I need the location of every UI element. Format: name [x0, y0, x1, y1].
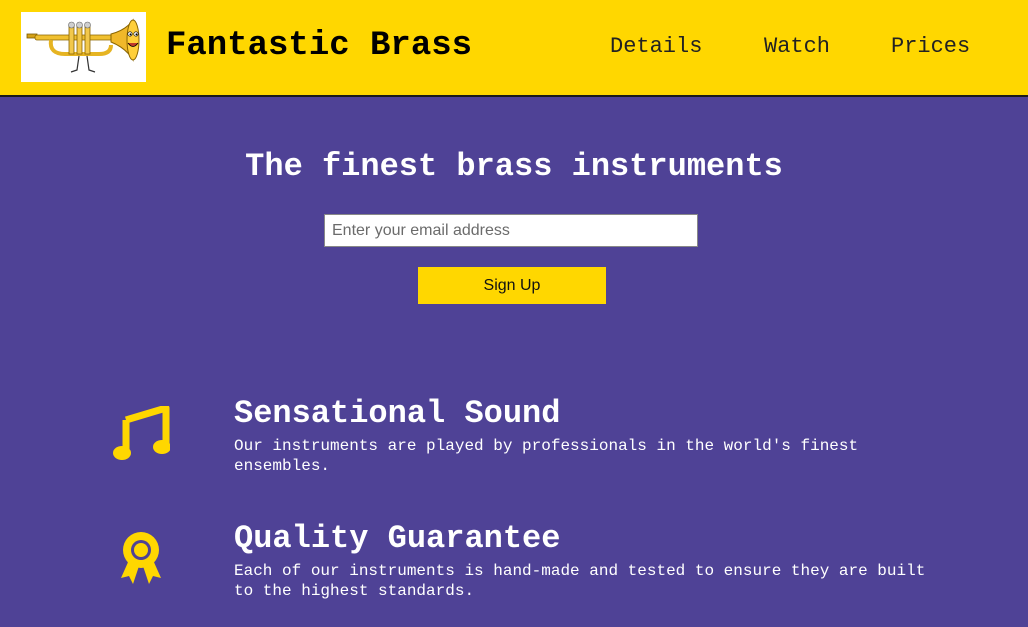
feature-title-quality: Quality Guarantee [234, 520, 561, 557]
nav-link-watch[interactable]: Watch [764, 32, 830, 62]
hero-title: The finest brass instruments [245, 148, 783, 185]
nav-link-prices[interactable]: Prices [891, 32, 970, 62]
nav-link-details[interactable]: Details [610, 32, 702, 62]
feature-title-sound: Sensational Sound [234, 395, 561, 432]
sign-up-button[interactable]: Sign Up [418, 267, 606, 304]
brand-title: Fantastic Brass [166, 27, 473, 65]
email-input[interactable] [324, 214, 698, 247]
feature-text-sound: Our instruments are played by profession… [234, 437, 859, 475]
feature-text-quality: Each of our instruments is hand-made and… [234, 562, 926, 600]
award-ribbon-icon [117, 530, 165, 588]
site-header: Fantastic Brass Details Watch Prices [0, 0, 1028, 97]
trumpet-logo-icon[interactable] [21, 12, 146, 82]
music-note-icon [112, 406, 170, 462]
